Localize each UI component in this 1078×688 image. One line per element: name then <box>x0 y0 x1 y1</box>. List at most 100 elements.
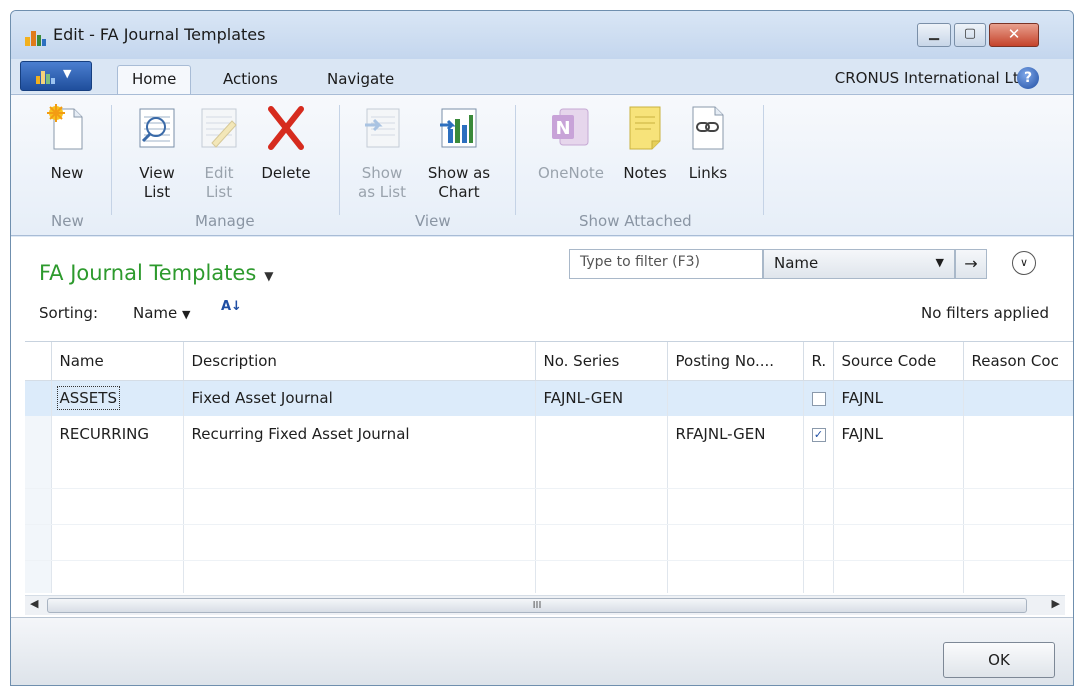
column-header-name[interactable]: Name <box>51 342 184 381</box>
application-menu-button[interactable]: ▼ <box>20 61 92 91</box>
new-label: New <box>50 164 84 182</box>
page-title-text: FA Journal Templates <box>39 261 257 285</box>
tab-actions[interactable]: Actions <box>209 66 292 94</box>
show-as-list-label: Show as List <box>358 164 406 201</box>
minimize-icon: ▁ <box>929 26 939 41</box>
reason-code-cell[interactable] <box>963 380 1073 416</box>
row-selector[interactable] <box>25 416 52 452</box>
recurring-cell[interactable] <box>803 380 834 416</box>
close-button[interactable]: ✕ <box>989 23 1039 47</box>
name-cell[interactable]: RECURRING <box>51 416 184 452</box>
source-code-cell[interactable]: FAJNL <box>833 416 964 452</box>
company-name: CRONUS International Ltd. <box>834 69 1033 87</box>
show-as-chart-icon <box>440 108 477 148</box>
filters-status: No filters applied <box>921 304 1049 322</box>
ok-button[interactable]: OK <box>943 642 1055 678</box>
tab-navigate[interactable]: Navigate <box>313 66 408 94</box>
group-label-manage: Manage <box>195 212 255 230</box>
recurring-cell[interactable]: ✓ <box>803 416 834 452</box>
onenote-label: OneNote <box>537 164 605 182</box>
reason-code-cell[interactable] <box>963 416 1073 452</box>
posting-no-series-cell[interactable]: RFAJNL-GEN <box>667 416 804 452</box>
recurring-checkbox[interactable]: ✓ <box>811 427 826 442</box>
help-icon[interactable]: ? <box>1017 67 1039 89</box>
scrollbar-thumb[interactable]: III <box>47 598 1027 613</box>
view-list-label: View List <box>139 164 175 201</box>
delete-button[interactable]: Delete <box>251 103 321 183</box>
scroll-right-icon[interactable]: ▶ <box>1052 597 1060 610</box>
minimize-button[interactable]: ▁ <box>917 23 951 47</box>
chevron-down-icon: ∨ <box>1019 256 1029 269</box>
links-icon <box>692 106 724 150</box>
notes-label: Notes <box>623 164 667 182</box>
page-content: FA Journal Templates ▼ Type to filter (F3… <box>11 237 1073 617</box>
group-label-show-attached: Show Attached <box>579 212 692 230</box>
journal-templates-grid: Name Description No. Series Posting No..… <box>25 341 1073 593</box>
view-list-button[interactable]: View List <box>125 103 189 202</box>
no-series-cell[interactable] <box>535 416 668 452</box>
onenote-button[interactable]: N OneNote <box>529 103 613 183</box>
scroll-left-icon[interactable]: ◀ <box>30 597 38 610</box>
filter-input[interactable]: Type to filter (F3) <box>569 249 763 279</box>
page-title[interactable]: FA Journal Templates ▼ <box>39 261 274 285</box>
delete-label: Delete <box>261 164 311 182</box>
description-cell[interactable]: Recurring Fixed Asset Journal <box>183 416 536 452</box>
dynamics-logo-icon <box>36 71 55 84</box>
arrow-right-icon: → <box>964 254 978 273</box>
empty-row <box>25 488 1073 525</box>
apply-filter-button[interactable]: → <box>955 249 987 279</box>
group-label-new: New <box>51 212 84 230</box>
sort-order-button[interactable]: A↓ <box>221 299 242 314</box>
show-as-chart-button[interactable]: Show as Chart <box>421 103 497 202</box>
row-selector[interactable] <box>25 380 52 416</box>
column-header-reason-code[interactable]: Reason Coc <box>963 342 1073 381</box>
table-row[interactable]: ASSETS Fixed Asset Journal FAJNL-GEN FAJ… <box>25 380 1073 416</box>
no-series-cell[interactable]: FAJNL-GEN <box>535 380 668 416</box>
view-list-icon <box>139 108 175 148</box>
description-cell[interactable]: Fixed Asset Journal <box>183 380 536 416</box>
edit-list-label: Edit List <box>204 164 234 201</box>
recurring-checkbox[interactable] <box>811 391 826 406</box>
column-header-description[interactable]: Description <box>183 342 536 381</box>
window-title: Edit - FA Journal Templates <box>53 25 266 44</box>
dialog-footer: OK <box>11 617 1073 685</box>
links-button[interactable]: Links <box>683 103 733 183</box>
edit-window: Edit - FA Journal Templates ▁ ▢ ✕ ▼ Home… <box>10 10 1074 686</box>
new-button[interactable]: New <box>37 103 97 183</box>
empty-row <box>25 452 1073 489</box>
new-document-icon <box>47 104 83 150</box>
horizontal-scrollbar[interactable]: ◀ III ▶ <box>25 595 1065 615</box>
empty-row <box>25 524 1073 561</box>
edit-list-button[interactable]: Edit List <box>189 103 249 202</box>
column-header-posting-no-series[interactable]: Posting No.... <box>667 342 804 381</box>
group-separator <box>111 105 112 215</box>
sort-field-value: Name <box>133 304 178 322</box>
column-header-recurring[interactable]: R. <box>803 342 834 381</box>
grid-header-row: Name Description No. Series Posting No..… <box>25 342 1073 381</box>
sort-field-select[interactable]: Name ▼ <box>133 304 191 322</box>
sorting-label: Sorting: <box>39 304 98 322</box>
show-as-chart-label: Show as Chart <box>427 164 491 201</box>
close-icon: ✕ <box>1007 25 1021 43</box>
notes-button[interactable]: Notes <box>615 103 675 183</box>
show-as-list-icon <box>365 108 400 148</box>
tab-home[interactable]: Home <box>117 65 192 95</box>
dynamics-logo-icon <box>25 31 46 46</box>
source-code-cell[interactable]: FAJNL <box>833 380 964 416</box>
expand-filter-button[interactable]: ∨ <box>1012 251 1036 275</box>
chevron-down-icon: ▼ <box>182 308 191 321</box>
show-as-list-button[interactable]: Show as List <box>357 103 407 202</box>
delete-icon <box>268 106 304 150</box>
column-header-no-series[interactable]: No. Series <box>535 342 668 381</box>
sort-ascending-icon: A↓ <box>221 299 242 314</box>
name-cell[interactable]: ASSETS <box>51 380 184 416</box>
filter-field-select[interactable]: Name ▼ <box>763 249 955 279</box>
column-header-source-code[interactable]: Source Code <box>833 342 964 381</box>
onenote-icon: N <box>552 108 589 146</box>
edit-list-icon <box>201 108 237 148</box>
posting-no-series-cell[interactable] <box>667 380 804 416</box>
title-bar: Edit - FA Journal Templates ▁ ▢ ✕ <box>11 11 1073 59</box>
maximize-button[interactable]: ▢ <box>954 23 986 47</box>
table-row[interactable]: RECURRING Recurring Fixed Asset Journal … <box>25 416 1073 452</box>
filter-field-value: Name <box>774 254 819 272</box>
